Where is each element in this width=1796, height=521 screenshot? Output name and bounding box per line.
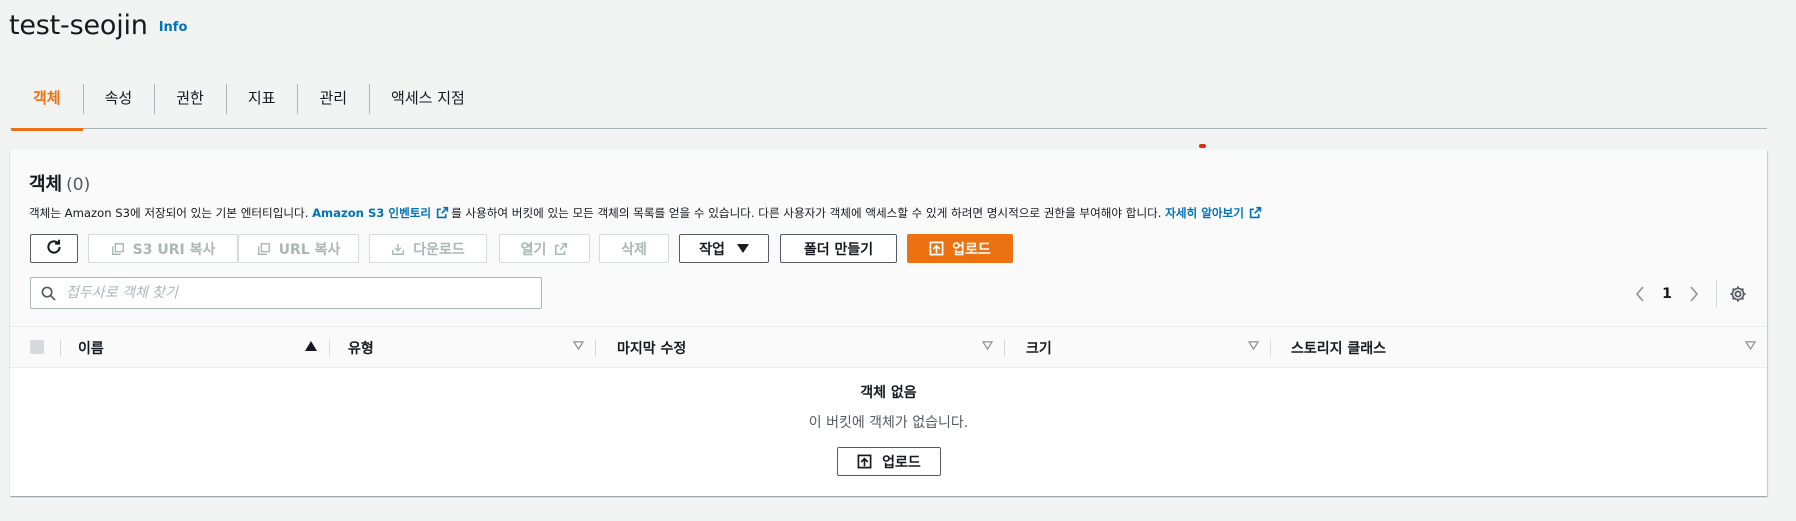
search-icon xyxy=(41,286,56,301)
tab-label: 관리 xyxy=(319,89,348,107)
actions-label: 작업 xyxy=(699,241,725,258)
actions-dropdown[interactable]: 작업 xyxy=(679,234,769,263)
next-page-icon[interactable] xyxy=(1682,286,1706,302)
open-button[interactable]: 열기 xyxy=(499,234,590,263)
external-link-icon xyxy=(1249,206,1262,222)
column-header-name[interactable]: 이름 xyxy=(60,327,328,368)
learn-more-link[interactable]: 자세히 알아보기 xyxy=(1165,206,1244,220)
delete-button[interactable]: 삭제 xyxy=(599,234,669,263)
tab-properties[interactable]: 속성 xyxy=(82,78,155,129)
tab-label: 객체 xyxy=(33,89,61,107)
column-header-type[interactable]: 유형 xyxy=(329,327,595,368)
tab-access-points[interactable]: 액세스 지점 xyxy=(369,78,487,129)
description-prefix: 객체는 Amazon S3에 저장되어 있는 기본 엔터티입니다. xyxy=(29,206,313,220)
tab-metrics[interactable]: 지표 xyxy=(225,78,298,129)
tab-label: 액세스 지점 xyxy=(391,89,465,107)
column-label: 이름 xyxy=(78,340,104,357)
empty-state-upload-button[interactable]: 업로드 xyxy=(837,447,941,476)
external-link-icon xyxy=(436,206,449,222)
prev-page-icon[interactable] xyxy=(1628,286,1652,302)
inventory-link[interactable]: Amazon S3 인벤토리 xyxy=(312,206,431,220)
create-folder-label: 폴더 만들기 xyxy=(803,241,874,258)
external-link-icon xyxy=(554,242,568,256)
copy-icon xyxy=(257,242,271,256)
description-middle: 를 사용하여 버킷에 있는 모든 객체의 목록를 얻을 수 있습니다. 다른 사… xyxy=(451,206,1166,220)
empty-state-title: 객체 없음 xyxy=(860,385,917,401)
objects-heading: 객체 (0) xyxy=(29,170,90,196)
sort-icon[interactable] xyxy=(1745,341,1756,350)
refresh-button[interactable] xyxy=(30,234,78,263)
pagination: 1 xyxy=(1628,280,1747,308)
objects-description: 객체는 Amazon S3에 저장되어 있는 기본 엔터티입니다. Amazon… xyxy=(29,205,1264,222)
objects-table-header: 이름 유형 마지막 수정 크기 스토리지 클래스 xyxy=(10,326,1767,368)
tab-label: 지표 xyxy=(247,89,276,107)
copy-url-button[interactable]: URL 복사 xyxy=(238,234,359,263)
tab-label: 권한 xyxy=(176,89,204,107)
column-label: 유형 xyxy=(348,340,374,357)
upload-label: 업로드 xyxy=(952,241,991,258)
empty-state-message: 이 버킷에 객체가 없습니다. xyxy=(808,415,969,431)
objects-heading-text: 객체 xyxy=(29,174,63,195)
s3-bucket-page: test-seojin Info 객체 속성 권한 지표 관리 액세스 지점 객… xyxy=(0,0,1796,521)
upload-button[interactable]: 업로드 xyxy=(907,234,1013,263)
download-button[interactable]: 다운로드 xyxy=(369,234,487,263)
upload-icon xyxy=(857,454,872,469)
tab-label: 속성 xyxy=(104,89,133,107)
column-label: 스토리지 클래스 xyxy=(1291,340,1387,357)
search-input[interactable] xyxy=(66,285,526,301)
objects-count: (0) xyxy=(66,175,91,195)
indicator-mark xyxy=(1199,144,1206,148)
select-all-checkbox[interactable] xyxy=(30,340,44,354)
column-header-size[interactable]: 크기 xyxy=(1004,327,1270,368)
column-header-last-modified[interactable]: 마지막 수정 xyxy=(595,327,1004,368)
upload-icon xyxy=(929,241,944,256)
empty-state-upload-label: 업로드 xyxy=(882,454,921,471)
download-label: 다운로드 xyxy=(413,241,465,258)
column-header-storage-class[interactable]: 스토리지 클래스 xyxy=(1270,327,1767,368)
search-box[interactable] xyxy=(30,277,542,309)
sort-icon[interactable] xyxy=(1248,341,1259,350)
caret-down-icon xyxy=(736,244,749,253)
create-folder-button[interactable]: 폴더 만들기 xyxy=(780,234,897,263)
objects-container: 객체 (0) 객체는 Amazon S3에 저장되어 있는 기본 엔터티입니다. … xyxy=(10,150,1767,496)
download-icon xyxy=(391,242,405,256)
open-label: 열기 xyxy=(520,241,547,258)
copy-icon xyxy=(111,242,125,256)
column-label: 마지막 수정 xyxy=(617,340,687,357)
copy-s3-uri-label: S3 URI 복사 xyxy=(132,241,216,258)
sort-icon[interactable] xyxy=(573,341,584,350)
settings-gear-icon[interactable] xyxy=(1729,285,1747,303)
copy-s3-uri-button[interactable]: S3 URI 복사 xyxy=(88,234,238,263)
bucket-tabs: 객체 속성 권한 지표 관리 액세스 지점 xyxy=(11,78,1767,131)
refresh-icon xyxy=(45,238,63,260)
tab-permissions[interactable]: 권한 xyxy=(154,78,226,129)
info-link[interactable]: Info xyxy=(159,20,188,35)
column-label: 크기 xyxy=(1026,340,1052,357)
page-number[interactable]: 1 xyxy=(1652,286,1682,302)
copy-url-label: URL 복사 xyxy=(278,241,341,258)
sort-icon[interactable] xyxy=(982,341,993,350)
delete-label: 삭제 xyxy=(621,241,647,258)
pagination-divider xyxy=(1716,280,1717,308)
tab-management[interactable]: 관리 xyxy=(297,78,369,129)
tab-objects[interactable]: 객체 xyxy=(11,78,83,131)
page-header: test-seojin Info xyxy=(9,10,187,41)
sort-ascending-icon[interactable] xyxy=(305,341,317,351)
page-title: test-seojin xyxy=(9,10,148,41)
